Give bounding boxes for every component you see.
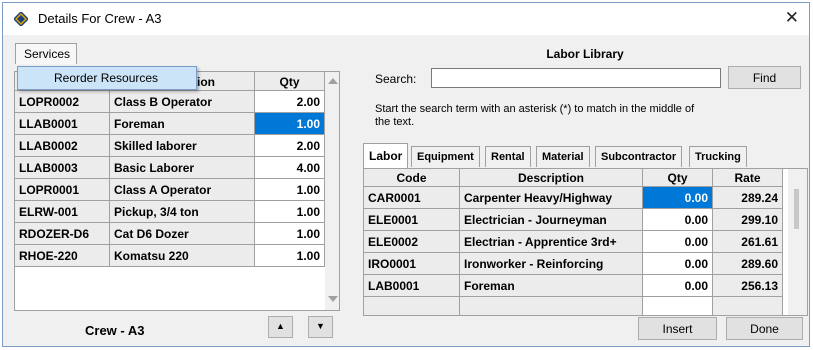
- library-qty-cell[interactable]: 0.00: [643, 209, 713, 231]
- app-diamond-icon: [14, 12, 28, 26]
- scrollbar-thumb[interactable]: [794, 189, 799, 229]
- library-description-cell: Electrian - Apprentice 3rd+: [460, 231, 643, 253]
- crew-qty-cell[interactable]: 2.00: [255, 91, 325, 113]
- close-icon[interactable]: ✕: [785, 9, 799, 26]
- scroll-down-icon[interactable]: [328, 296, 338, 302]
- crew-code-cell: LLAB0003: [15, 157, 110, 179]
- library-qty-cell[interactable]: [643, 297, 713, 315]
- library-rate-cell: 289.24: [713, 187, 783, 209]
- crew-code-cell: ELRW-001: [15, 201, 110, 223]
- library-code-cell: IRO0001: [364, 253, 460, 275]
- library-header-code: Code: [364, 169, 460, 187]
- library-code-cell: LAB0001: [364, 275, 460, 297]
- crew-description-cell: Class A Operator: [110, 179, 255, 201]
- library-description-cell: Electrician - Journeyman: [460, 209, 643, 231]
- crew-grid-scrollbar[interactable]: [325, 72, 339, 310]
- library-header-rate: Rate: [713, 169, 783, 187]
- library-qty-cell[interactable]: 0.00: [643, 275, 713, 297]
- library-rate-cell: 299.10: [713, 209, 783, 231]
- crew-description-cell: Komatsu 220: [110, 245, 255, 267]
- find-button[interactable]: Find: [728, 66, 801, 89]
- library-code-cell: [364, 297, 460, 315]
- insert-button[interactable]: Insert: [638, 317, 717, 340]
- library-description-cell: Foreman: [460, 275, 643, 297]
- search-hint: Start the search term with an asterisk (…: [375, 103, 695, 128]
- crew-description-cell: Foreman: [110, 113, 255, 135]
- crew-qty-cell[interactable]: 1.00: [255, 245, 325, 267]
- search-label: Search:: [375, 72, 417, 86]
- crew-qty-cell[interactable]: 2.00: [255, 135, 325, 157]
- crew-resources-grid: Description Qty LOPR0002 Class B Operato…: [14, 71, 340, 311]
- window-title: Details For Crew - A3: [38, 11, 162, 26]
- crew-description-cell: Skilled laborer: [110, 135, 255, 157]
- crew-qty-cell[interactable]: 1.00: [255, 223, 325, 245]
- library-description-cell: Carpenter Heavy/Highway: [460, 187, 643, 209]
- library-code-cell: ELE0001: [364, 209, 460, 231]
- scroll-up-icon[interactable]: [328, 78, 338, 84]
- crew-code-cell: RHOE-220: [15, 245, 110, 267]
- crew-code-cell: LOPR0002: [15, 91, 110, 113]
- library-grid-scrollbar[interactable]: [788, 169, 807, 315]
- crew-code-cell: LLAB0001: [15, 113, 110, 135]
- crew-qty-cell[interactable]: 4.00: [255, 157, 325, 179]
- crew-description-cell: Class B Operator: [110, 91, 255, 113]
- crew-description-cell: Basic Laborer: [110, 157, 255, 179]
- library-header-description: Description: [460, 169, 643, 187]
- crew-qty-cell-selected[interactable]: 1.00: [255, 113, 325, 135]
- menu-bar: Services: [13, 41, 341, 65]
- crew-description-cell: Cat D6 Dozer: [110, 223, 255, 245]
- library-qty-cell-selected[interactable]: 0.00: [643, 187, 713, 209]
- tab-material[interactable]: Material: [536, 146, 590, 167]
- crew-details-window: Details For Crew - A3 ✕ Services Descrip…: [2, 2, 810, 347]
- crew-header-qty: Qty: [255, 72, 325, 91]
- tab-subcontractor[interactable]: Subcontractor: [595, 146, 683, 167]
- library-title: Labor Library: [546, 47, 624, 61]
- library-rate-cell: 289.60: [713, 253, 783, 275]
- crew-code-cell: RDOZER-D6: [15, 223, 110, 245]
- library-qty-cell[interactable]: 0.00: [643, 253, 713, 275]
- library-rate-cell: 256.13: [713, 275, 783, 297]
- library-description-cell: Ironworker - Reinforcing: [460, 253, 643, 275]
- crew-qty-cell[interactable]: 1.00: [255, 179, 325, 201]
- labor-library-grid: Code Description Qty Rate CAR0001 Carpen…: [363, 168, 808, 316]
- tab-trucking[interactable]: Trucking: [689, 146, 747, 167]
- move-down-button[interactable]: ▼: [308, 316, 333, 338]
- library-panel: Labor Library Search: Find Start the sea…: [345, 41, 809, 346]
- library-qty-cell[interactable]: 0.00: [643, 231, 713, 253]
- done-button[interactable]: Done: [726, 317, 803, 340]
- crew-code-cell: LLAB0002: [15, 135, 110, 157]
- library-code-cell: ELE0002: [364, 231, 460, 253]
- reorder-resources-menu-item[interactable]: Reorder Resources: [17, 66, 197, 90]
- library-code-cell: CAR0001: [364, 187, 460, 209]
- crew-description-cell: Pickup, 3/4 ton: [110, 201, 255, 223]
- tab-labor[interactable]: Labor: [363, 143, 409, 168]
- move-up-button[interactable]: ▲: [268, 316, 293, 338]
- search-input[interactable]: [431, 68, 721, 88]
- services-menu[interactable]: Services: [15, 43, 77, 64]
- crew-code-cell: LOPR0001: [15, 179, 110, 201]
- tab-rental[interactable]: Rental: [485, 146, 531, 167]
- tab-equipment[interactable]: Equipment: [411, 146, 480, 167]
- title-bar: Details For Crew - A3 ✕: [3, 3, 809, 35]
- library-description-cell: [460, 297, 643, 315]
- library-header-qty: Qty: [643, 169, 713, 187]
- library-rate-cell: 261.61: [713, 231, 783, 253]
- library-rate-cell: [713, 297, 783, 315]
- crew-qty-cell[interactable]: 1.00: [255, 201, 325, 223]
- crew-name-label: Crew - A3: [85, 323, 145, 338]
